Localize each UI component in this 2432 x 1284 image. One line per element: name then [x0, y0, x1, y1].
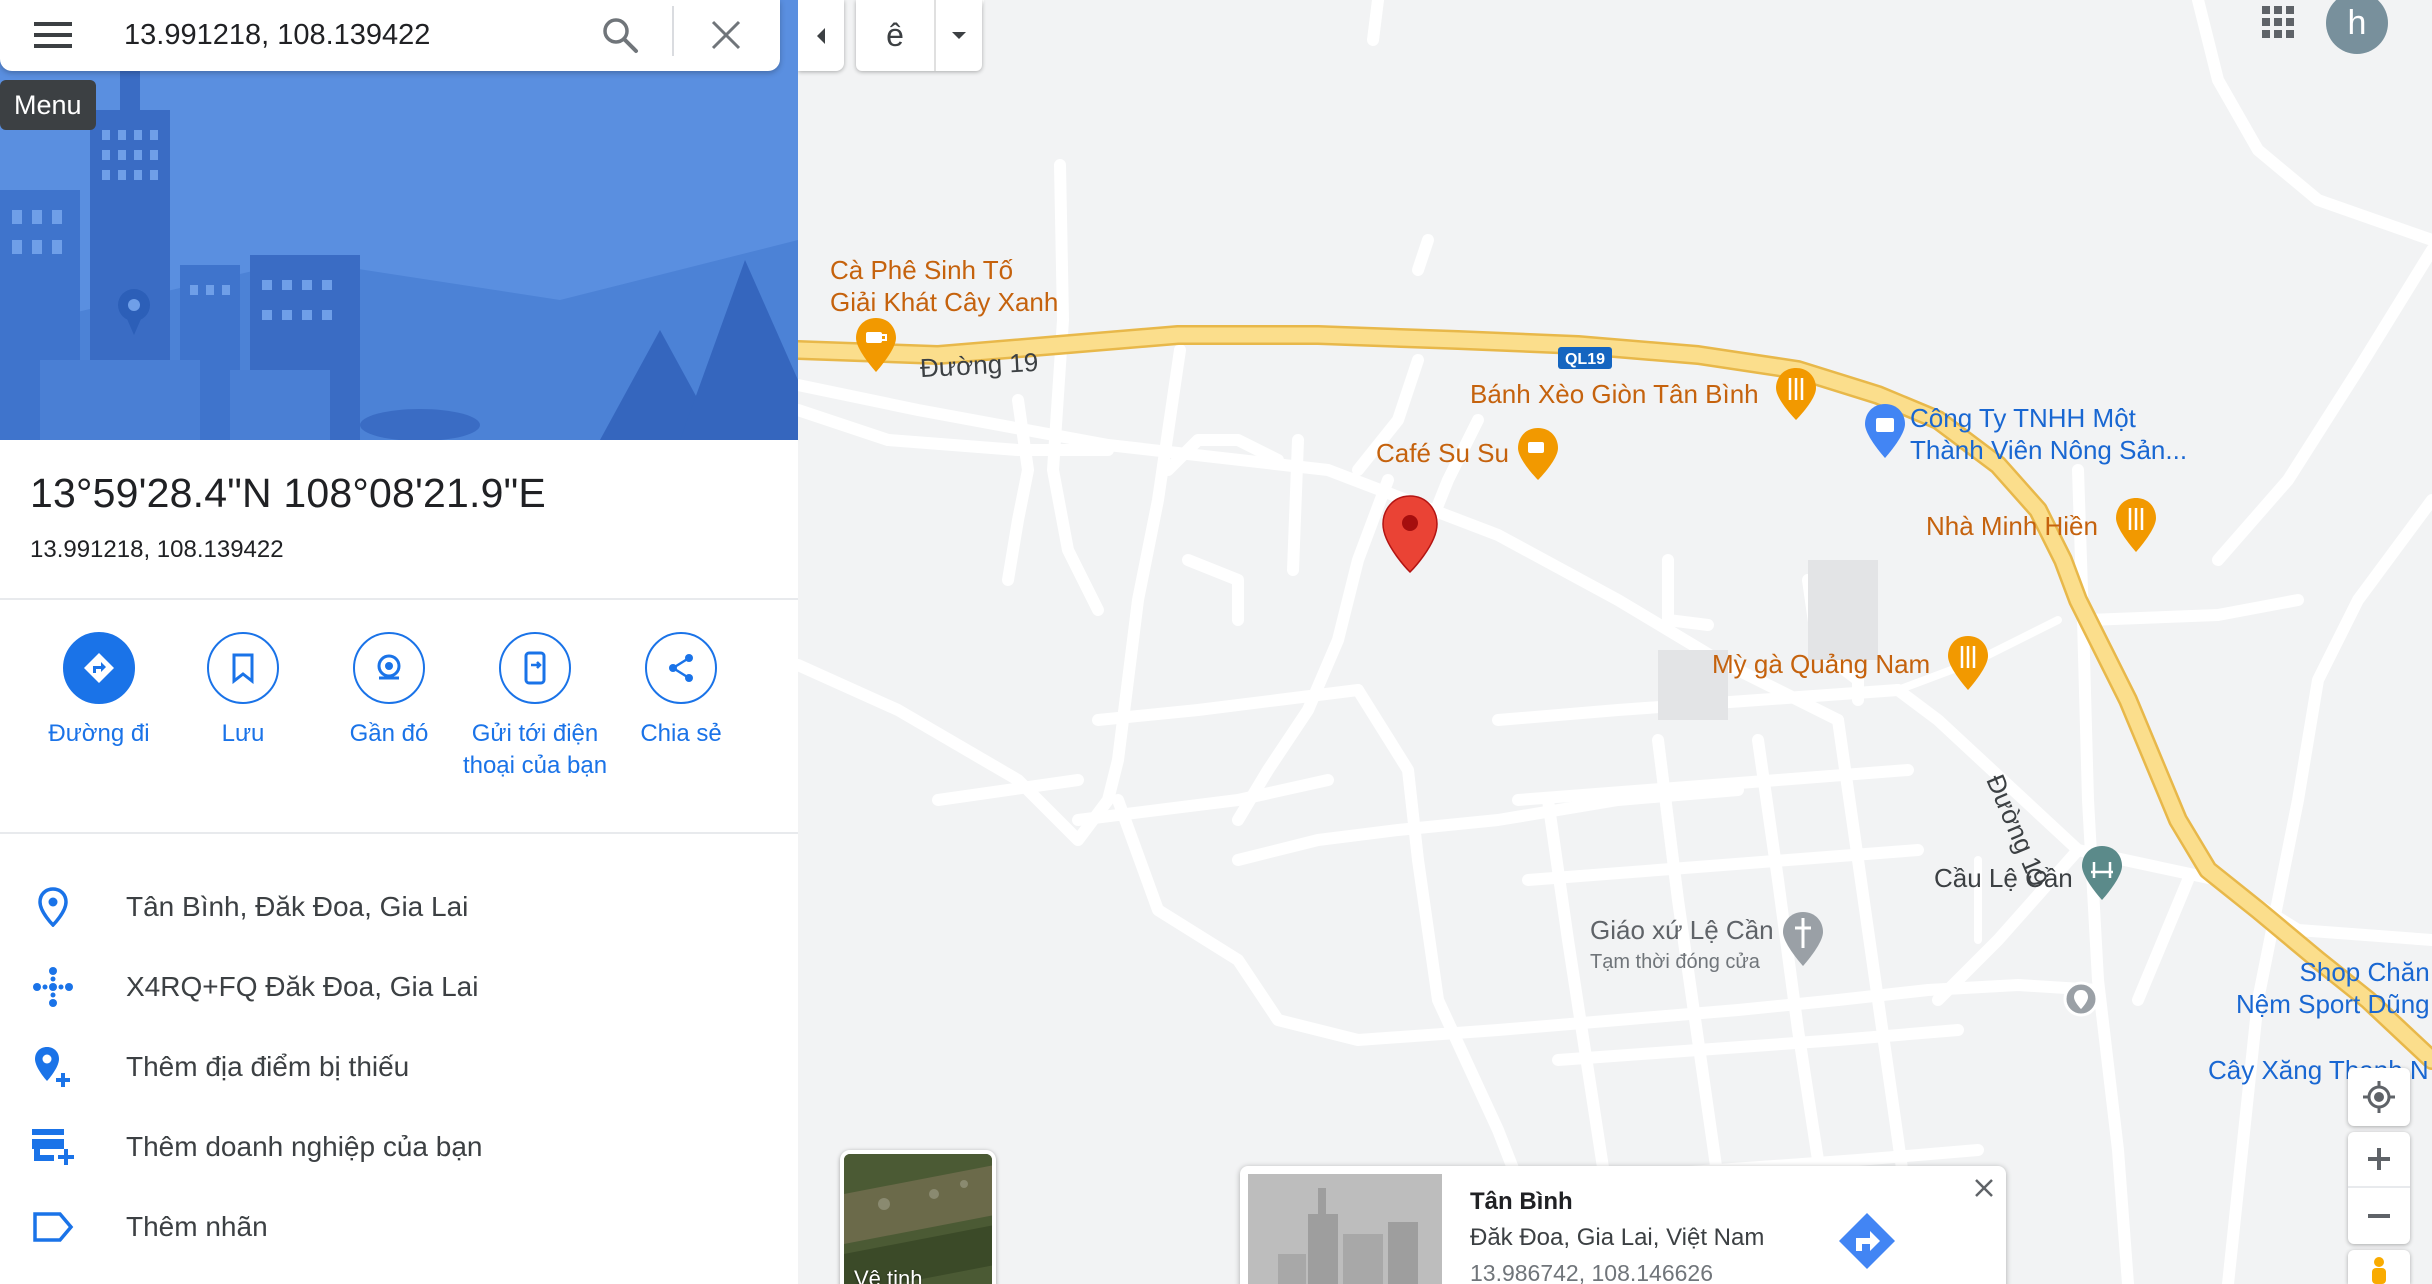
- save-action-button[interactable]: Lưu: [168, 632, 318, 750]
- input-tools: ê: [856, 0, 982, 71]
- share-label: Chia sẻ: [640, 720, 722, 747]
- apps-grid-icon: [2262, 6, 2294, 38]
- zoom-in-button[interactable]: [2348, 1132, 2410, 1188]
- divider: [0, 832, 798, 834]
- restaurant-marker-icon: [1776, 368, 1816, 420]
- poi-cafe-cay-xanh[interactable]: Cà Phê Sinh Tố Giải Khát Cây Xanh: [830, 254, 1058, 318]
- directions-icon: [63, 632, 135, 704]
- add-missing-place-text: Thêm địa điểm bị thiếu: [126, 1051, 410, 1082]
- add-label-text: Thêm nhãn: [126, 1211, 268, 1242]
- menu-tooltip: Menu: [0, 80, 96, 130]
- cafe-su-su-marker-icon: [1518, 428, 1558, 480]
- send-to-phone-action-button[interactable]: Gửi tới điện thoại của bạn: [460, 632, 610, 782]
- poi-giao-xu-name: Giáo xứ Lệ Cần: [1590, 915, 1774, 945]
- search-divider: [672, 6, 674, 56]
- zoom-out-button[interactable]: [2348, 1188, 2410, 1244]
- close-icon: [711, 20, 741, 50]
- poi-my-ga-quang-nam[interactable]: Mỳ gà Quảng Nam: [1712, 648, 1930, 680]
- plus-code-text: X4RQ+FQ Đăk Đoa, Gia Lai: [126, 971, 479, 1002]
- nearby-label: Gần đó: [349, 720, 429, 747]
- add-place-icon: [30, 1046, 76, 1088]
- card-place-coords: 13.986742, 108.146626: [1470, 1260, 1714, 1284]
- add-business-row[interactable]: Thêm doanh nghiệp của bạn: [0, 1114, 798, 1180]
- input-tool-dropdown[interactable]: [936, 0, 982, 71]
- card-place-address: Đăk Đoa, Gia Lai, Việt Nam: [1470, 1224, 1765, 1251]
- minus-icon: [2368, 1214, 2390, 1218]
- place-preview-card[interactable]: Tân Bình Đăk Đoa, Gia Lai, Việt Nam 13.9…: [1240, 1166, 2006, 1284]
- plus-code-row[interactable]: X4RQ+FQ Đăk Đoa, Gia Lai: [0, 954, 798, 1020]
- add-missing-place-row[interactable]: Thêm địa điểm bị thiếu: [0, 1034, 798, 1100]
- hamburger-icon: [34, 22, 72, 48]
- shopping-marker-icon: [1865, 404, 1905, 458]
- place-thumbnail: [1248, 1174, 1442, 1284]
- menu-button[interactable]: [24, 10, 84, 60]
- search-icon: [603, 18, 638, 53]
- send-to-phone-icon: [499, 632, 571, 704]
- pegman-icon: [2372, 1257, 2386, 1284]
- side-panel: Menu 13°59'28.4"N 108°08'21.9"E 13.99121…: [0, 0, 798, 1284]
- nearby-action-button[interactable]: Gần đó: [314, 632, 464, 750]
- map-roads: QL19: [798, 0, 2432, 1284]
- location-pin-icon: [30, 886, 76, 928]
- clear-search-button[interactable]: [696, 10, 756, 60]
- nearby-icon: [353, 632, 425, 704]
- plus-code-icon: [30, 966, 76, 1008]
- share-icon: [645, 632, 717, 704]
- poi-cafe-su-su[interactable]: Café Su Su: [1376, 437, 1509, 469]
- poi-nha-minh-hien[interactable]: Nhà Minh Hiền: [1926, 510, 2098, 542]
- ql19-label: QL19: [1565, 351, 1605, 368]
- directions-icon: [1839, 1213, 1895, 1269]
- apps-button[interactable]: [2248, 0, 2308, 44]
- poi-banh-xeo-gion-tan-binh[interactable]: Bánh Xèo Giòn Tân Bình: [1470, 378, 1759, 410]
- map-canvas[interactable]: QL19 Cà Phê Sinh Tố Giải Khát Cây Xanh Đ…: [798, 0, 2432, 1284]
- label-icon: [30, 1206, 76, 1248]
- road-label-duong19: Đường 19: [919, 346, 1039, 384]
- add-business-text: Thêm doanh nghiệp của bạn: [126, 1131, 483, 1162]
- zoom-controls: [2348, 1132, 2410, 1244]
- satellite-label: Vệ tinh: [854, 1266, 923, 1284]
- chevron-down-icon: [952, 31, 966, 39]
- directions-action-button[interactable]: Đường đi: [24, 632, 174, 750]
- cafe-marker-icon: [856, 318, 896, 372]
- city-placeholder-image: [1248, 1174, 1442, 1284]
- search-input[interactable]: [124, 12, 554, 58]
- generic-poi-icon: [2063, 981, 2099, 1017]
- bookmark-icon: [207, 632, 279, 704]
- search-box: [0, 0, 780, 71]
- place-title: 13°59'28.4"N 108°08'21.9"E: [30, 470, 546, 516]
- poi-cau-le-can[interactable]: Cầu Lệ Cần: [1934, 862, 2073, 894]
- send-to-phone-label: Gửi tới điện thoại của bạn: [462, 720, 608, 779]
- search-button[interactable]: [590, 10, 650, 60]
- chevron-left-icon: [817, 27, 825, 44]
- place-decimal-coords: 13.991218, 108.139422: [30, 536, 284, 563]
- save-label: Lưu: [221, 720, 265, 747]
- satellite-thumbnail: [844, 1154, 992, 1284]
- address-text: Tân Bình, Đăk Đoa, Gia Lai: [126, 891, 469, 922]
- poi-cong-ty-nong-san[interactable]: Công Ty TNHH Một Thành Viên Nông Sản...: [1910, 402, 2187, 466]
- add-business-icon: [30, 1126, 76, 1168]
- input-tool-button[interactable]: ê: [856, 0, 936, 71]
- my-ga-marker-icon: [1948, 636, 1988, 690]
- collapse-panel-button[interactable]: [798, 0, 844, 71]
- share-action-button[interactable]: Chia sẻ: [606, 632, 756, 750]
- card-place-name: Tân Bình: [1470, 1188, 1573, 1215]
- poi-shop-chan-nem[interactable]: Shop Chăn Nệm Sport Dũng: [2236, 956, 2430, 1020]
- street-view-button[interactable]: [2348, 1250, 2410, 1284]
- directions-label: Đường đi: [48, 720, 150, 747]
- nha-minh-hien-marker-icon: [2116, 498, 2156, 552]
- add-label-row[interactable]: Thêm nhãn: [0, 1194, 798, 1260]
- poi-giao-xu-le-can[interactable]: Giáo xứ Lệ Cần Tạm thời đóng cửa: [1590, 914, 1774, 978]
- card-close-button[interactable]: [1968, 1172, 2000, 1204]
- divider: [0, 598, 798, 600]
- my-location-icon: [2363, 1081, 2395, 1113]
- poi-giao-xu-status: Tạm thời đóng cửa: [1590, 951, 1760, 973]
- card-directions-button[interactable]: [1830, 1204, 1904, 1278]
- satellite-layer-toggle[interactable]: Vệ tinh: [840, 1150, 996, 1284]
- plus-icon: [2368, 1148, 2390, 1170]
- my-location-button[interactable]: [2348, 1068, 2410, 1126]
- close-icon: [1975, 1179, 1993, 1197]
- address-row[interactable]: Tân Bình, Đăk Đoa, Gia Lai: [0, 874, 798, 940]
- selected-location-pin-icon: [1382, 495, 1438, 574]
